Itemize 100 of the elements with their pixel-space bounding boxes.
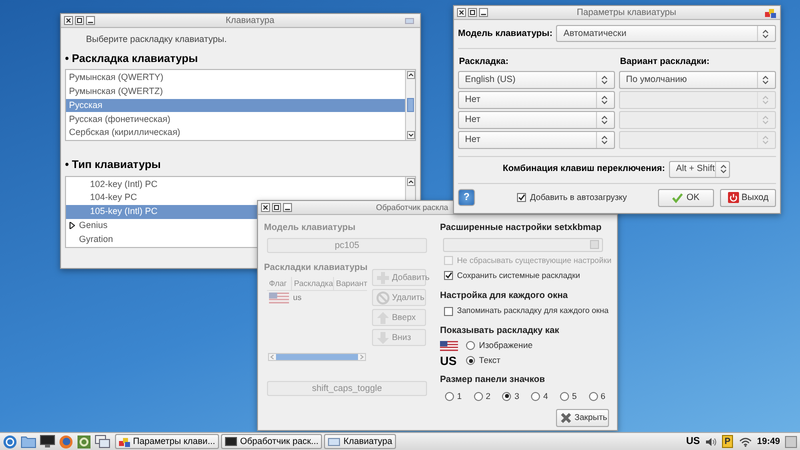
radio-button[interactable] [531, 392, 540, 401]
maximize-button[interactable] [75, 16, 84, 25]
radio-button[interactable] [560, 392, 569, 401]
color-blocks-icon [119, 436, 130, 446]
checkbox[interactable] [444, 271, 453, 280]
dropdown[interactable]: По умолчанию [619, 70, 776, 88]
checkbox[interactable] [517, 193, 526, 202]
monitor-icon[interactable] [40, 435, 55, 448]
wifi-icon[interactable] [738, 436, 752, 446]
window-title: Клавиатура [224, 14, 276, 27]
close-icon [458, 9, 465, 16]
power-icon [728, 192, 739, 203]
close-button[interactable] [64, 16, 73, 25]
dropdown[interactable]: English (US) [458, 70, 615, 88]
start-menu-icon[interactable] [3, 434, 17, 448]
up-arrow-icon[interactable] [406, 71, 414, 79]
scrollbar-thumb[interactable] [407, 98, 414, 112]
monitor-icon [225, 436, 238, 446]
dropdown[interactable]: Автоматически [556, 25, 776, 42]
maximize-button[interactable] [272, 203, 281, 212]
section-heading: • Раскладка клавиатуры [64, 52, 199, 66]
input-field[interactable] [443, 238, 603, 252]
radio-label[interactable]: Текст [479, 354, 500, 367]
list-item[interactable]: Румынская (QWERTY) [66, 71, 405, 85]
radio-button[interactable] [588, 392, 598, 401]
radio-label[interactable]: 5 [572, 390, 577, 403]
minimize-button[interactable] [479, 8, 488, 17]
up-arrow-icon [376, 310, 390, 324]
taskbar-button[interactable]: Обработчик раск... [221, 434, 322, 449]
flag-icon [440, 340, 458, 350]
taskbar-button[interactable]: Параметры клави... [115, 434, 220, 449]
radio-label[interactable]: Изображение [479, 339, 533, 352]
speaker-icon[interactable] [704, 436, 717, 446]
app-indicator-icon[interactable]: P [722, 435, 733, 448]
checkbox-label[interactable]: Добавить в автозагрузку [530, 191, 627, 204]
minimize-button[interactable] [86, 16, 95, 25]
radio-button[interactable] [445, 392, 454, 401]
radio-button[interactable] [502, 392, 512, 401]
layout-text-sample: US [440, 352, 458, 370]
list-item[interactable]: 102-key (Intl) PC [66, 178, 405, 192]
scrollbar[interactable] [405, 70, 415, 140]
updown-arrows-icon [762, 74, 769, 84]
dropdown[interactable]: Нет [458, 90, 615, 108]
taskbar-button[interactable]: Клавиатура [324, 434, 396, 449]
updown-arrows-icon [762, 134, 769, 144]
field-label: Комбинация клавиш переключения: [502, 162, 665, 176]
updown-arrows-icon [601, 134, 608, 144]
radio-label[interactable]: 6 [600, 390, 606, 403]
folder-icon[interactable] [21, 435, 36, 448]
windows-icon[interactable] [95, 435, 110, 448]
updown-arrows-icon [601, 74, 608, 84]
down-arrow-icon[interactable] [406, 131, 414, 139]
up-arrow-icon[interactable] [406, 178, 414, 186]
close-icon [65, 17, 72, 24]
updown-arrows-icon [601, 94, 608, 104]
checkbox-label[interactable]: Сохранить системные раскладки [457, 270, 580, 282]
updown-arrows-icon [762, 94, 769, 104]
list-item[interactable]: Сербская (кириллическая) [66, 126, 405, 140]
radio-button[interactable] [474, 392, 483, 401]
check-icon [672, 192, 684, 202]
radio-button[interactable] [466, 356, 475, 365]
updown-arrows-icon [601, 114, 608, 124]
section-heading: Раскладки клавиатуры [264, 260, 369, 274]
ok-button[interactable]: OK [658, 188, 714, 206]
maximize-icon [273, 204, 280, 211]
section-heading: Настройка для каждого окна [440, 288, 569, 302]
radio-button[interactable] [466, 341, 475, 350]
close-icon [262, 204, 269, 211]
section-heading: Расширенные настройки setxkbmap [440, 221, 602, 234]
browser-icon[interactable] [59, 434, 73, 448]
radio-label[interactable]: 3 [514, 390, 520, 403]
exit-button[interactable]: Выход [720, 188, 776, 206]
close-button[interactable]: Закрыть [556, 408, 610, 427]
window-icon [328, 436, 340, 446]
dropdown[interactable]: Нет [458, 130, 615, 148]
window-icon [405, 17, 414, 24]
radio-label[interactable]: 2 [486, 390, 490, 403]
radio-label[interactable]: 4 [543, 390, 548, 403]
list-item[interactable]: Румынская (QWERTZ) [66, 84, 405, 99]
maximize-button[interactable] [468, 8, 477, 17]
updown-arrows-icon [720, 164, 727, 174]
keyboard-layout-indicator[interactable]: US [686, 434, 700, 449]
maximize-icon [469, 9, 476, 16]
field-label: Модель клавиатуры: [458, 26, 552, 40]
close-button[interactable] [261, 203, 270, 212]
clock[interactable]: 19:49 [756, 434, 780, 448]
minimize-button[interactable] [283, 203, 292, 212]
table-cell: us [293, 292, 302, 304]
section-heading: Показывать раскладку как [440, 324, 560, 337]
dropdown[interactable]: Нет [458, 110, 615, 128]
close-button[interactable] [457, 8, 466, 17]
section-heading: Модель клавиатуры [264, 221, 356, 234]
expander-icon[interactable] [69, 222, 75, 230]
checkbox[interactable] [444, 306, 453, 316]
list-item[interactable]: Русская (фонетическая) [66, 112, 405, 126]
radio-label[interactable]: 1 [457, 390, 462, 403]
instruction-text: Выберите раскладку клавиатуры. [85, 33, 228, 46]
dropdown[interactable]: Alt + Shift [669, 160, 730, 178]
updown-arrows-icon [762, 114, 769, 124]
checkbox-label[interactable]: Запоминать раскладку для каждого окна [457, 305, 609, 317]
